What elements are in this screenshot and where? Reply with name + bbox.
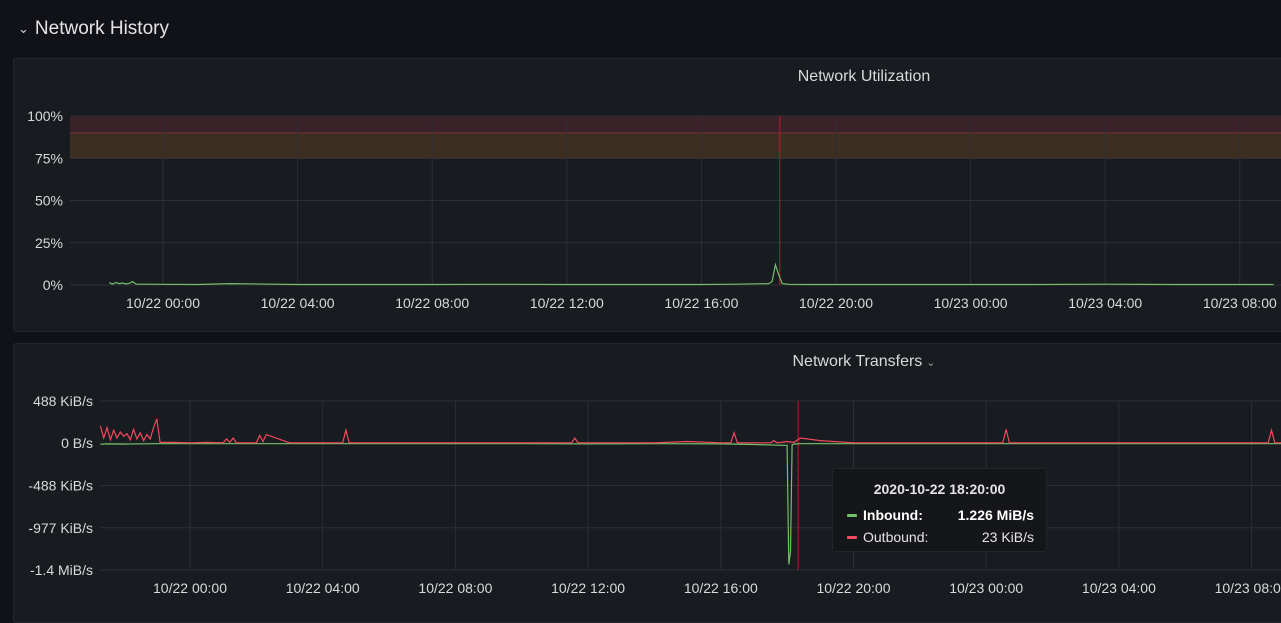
x-tick-label: 10/22 00:00 — [153, 580, 227, 596]
tooltip-series-value: 23 KiB/s — [981, 529, 1034, 545]
series-line-utilization — [108, 262, 1274, 286]
x-tick-label: 10/22 20:00 — [799, 295, 873, 311]
threshold-band — [70, 116, 1281, 133]
x-tick-label: 10/22 08:00 — [418, 580, 492, 596]
tooltip-row-outbound: Outbound: 23 KiB/s — [847, 527, 1034, 547]
utilization-chart[interactable]: 0% 25% 50% 75% 100% 10/22 00:00 10/22 04:00 10/… — [0, 0, 1281, 611]
series-color-swatch — [847, 513, 857, 517]
x-tick-label: 10/22 12:00 — [551, 580, 625, 596]
x-tick-label: 10/23 08:00 — [1203, 295, 1277, 311]
tooltip-series-name: Outbound: — [863, 529, 929, 545]
series-line-inbound — [100, 443, 1281, 565]
y-tick-label: -488 KiB/s — [28, 477, 93, 493]
x-tick-label: 10/23 08:00 — [1215, 580, 1281, 596]
x-tick-label: 10/23 00:00 — [949, 580, 1023, 596]
y-tick-label: 50% — [35, 193, 63, 209]
y-tick-label: 75% — [35, 150, 63, 166]
x-tick-label: 10/22 20:00 — [817, 580, 891, 596]
y-tick-label: -977 KiB/s — [28, 520, 93, 536]
series-line-outbound — [99, 418, 1281, 444]
x-tick-label: 10/22 00:00 — [126, 295, 200, 311]
y-tick-label: 0% — [43, 277, 63, 293]
x-tick-label: 10/22 12:00 — [530, 295, 604, 311]
x-tick-label: 10/22 16:00 — [684, 580, 758, 596]
y-tick-label: 25% — [35, 235, 63, 251]
y-tick-label: 100% — [27, 108, 63, 124]
x-tick-label: 10/22 04:00 — [286, 580, 360, 596]
x-tick-label: 10/22 16:00 — [664, 295, 738, 311]
x-tick-label: 10/23 00:00 — [934, 295, 1008, 311]
series-color-swatch — [847, 535, 857, 539]
y-tick-label: -1.4 MiB/s — [30, 562, 93, 578]
threshold-band — [70, 132, 1281, 159]
x-tick-label: 10/23 04:00 — [1082, 580, 1156, 596]
tooltip-series-value: 1.226 MiB/s — [957, 507, 1034, 523]
y-tick-label: 488 KiB/s — [33, 393, 93, 409]
graph-tooltip: 2020-10-22 18:20:00 Inbound: 1.226 MiB/s… — [832, 468, 1047, 552]
x-tick-label: 10/22 04:00 — [261, 295, 335, 311]
x-tick-label: 10/22 08:00 — [395, 295, 469, 311]
tooltip-series-name: Inbound: — [863, 507, 923, 523]
tooltip-time: 2020-10-22 18:20:00 — [873, 481, 1006, 497]
y-tick-label: 0 B/s — [61, 435, 93, 451]
tooltip-row-inbound: Inbound: 1.226 MiB/s — [847, 505, 1034, 525]
x-tick-label: 10/23 04:00 — [1068, 295, 1142, 311]
